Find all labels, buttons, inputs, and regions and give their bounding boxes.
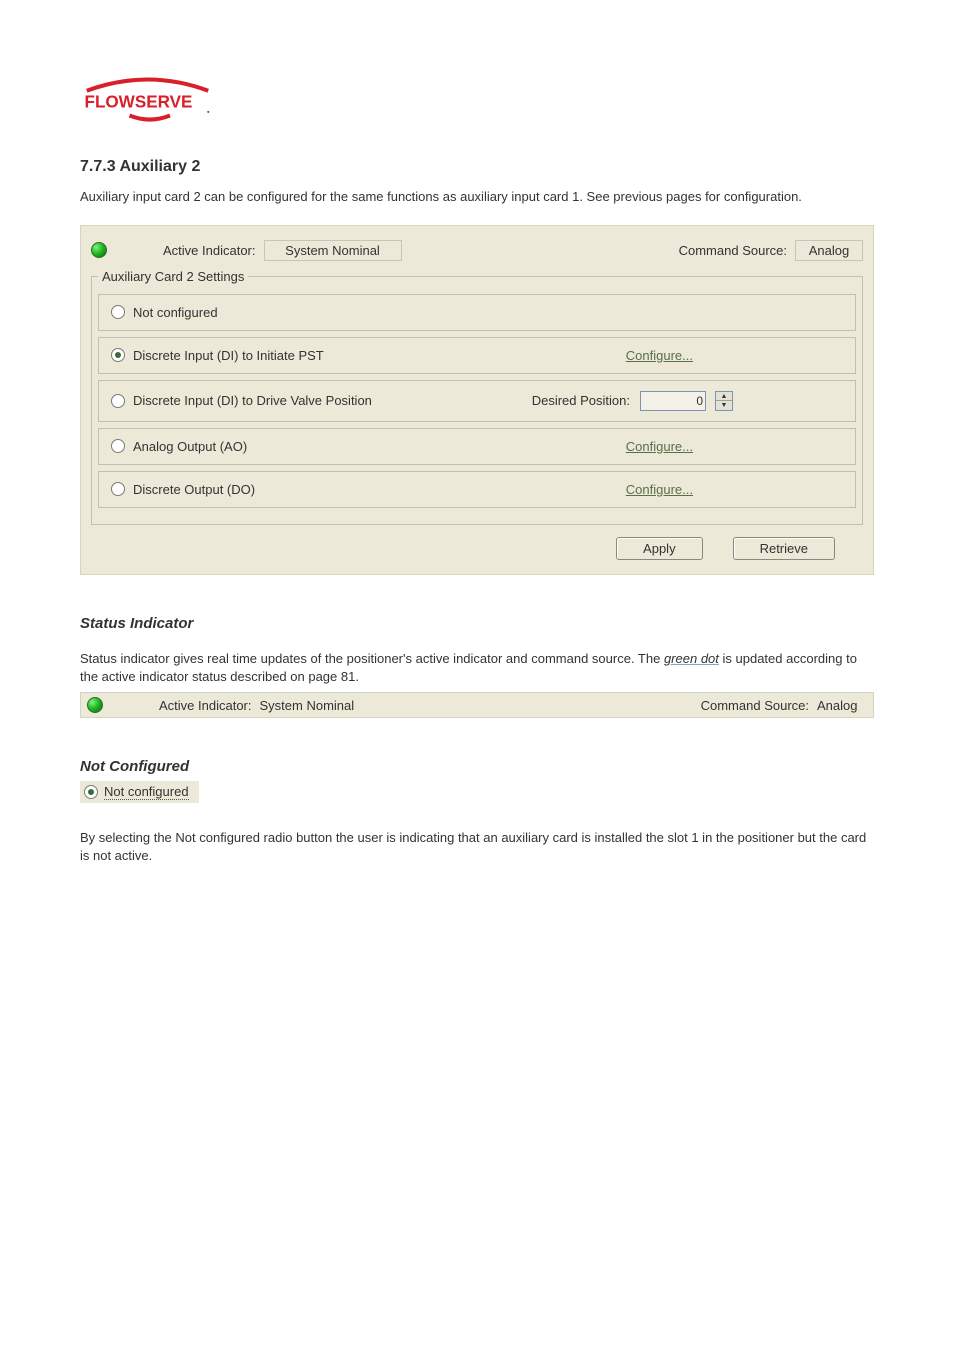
radio-not-configured-inline[interactable] [84,785,98,799]
configure-link[interactable]: Configure... [626,482,693,497]
radio-discrete-output[interactable] [111,482,125,496]
option-label: Discrete Input (DI) to Initiate PST [133,348,324,363]
not-configured-inline[interactable]: Not configured [80,781,199,803]
radio-analog-output[interactable] [111,439,125,453]
status-dot-icon [87,697,103,713]
section-title: 7.7.3 Auxiliary 2 [80,158,874,176]
not-configured-heading: Not Configured [80,758,874,775]
aux2-panel: Active Indicator: System Nominal Command… [80,225,874,575]
option-di-drive-valve[interactable]: Discrete Input (DI) to Drive Valve Posit… [98,380,856,422]
flowserve-logo: FLOWSERVE [80,70,874,128]
desired-position-label: Desired Position: [532,393,630,408]
green-dot-label: green dot [664,651,719,666]
aux-card-2-legend: Auxiliary Card 2 Settings [98,269,248,284]
option-discrete-output[interactable]: Discrete Output (DO) Configure... [98,471,856,508]
option-label: Discrete Output (DO) [133,482,255,497]
option-not-configured[interactable]: Not configured [98,294,856,331]
option-label: Discrete Input (DI) to Drive Valve Posit… [133,393,372,408]
command-source-value: Analog [817,698,867,713]
option-analog-output[interactable]: Analog Output (AO) Configure... [98,428,856,465]
active-indicator-label: Active Indicator: [159,698,252,713]
not-configured-inline-label: Not configured [104,784,189,800]
configure-link[interactable]: Configure... [626,348,693,363]
svg-text:FLOWSERVE: FLOWSERVE [85,92,193,111]
option-label: Analog Output (AO) [133,439,247,454]
apply-button[interactable]: Apply [616,537,703,560]
radio-not-configured[interactable] [111,305,125,319]
panel-status-bar: Active Indicator: System Nominal Command… [91,236,863,269]
status-dot-icon [91,242,107,258]
configure-link[interactable]: Configure... [626,439,693,454]
status-indicator-text: Status indicator gives real time updates… [80,650,874,686]
intro-text: Auxiliary input card 2 can be configured… [80,188,874,207]
command-source-label: Command Source: [679,243,787,258]
radio-di-drive-valve[interactable] [111,394,125,408]
desired-position-input[interactable]: 0 [640,391,706,411]
aux-card-2-settings-group: Auxiliary Card 2 Settings Not configured… [91,269,863,525]
option-di-initiate-pst[interactable]: Discrete Input (DI) to Initiate PST Conf… [98,337,856,374]
command-source-label: Command Source: [701,698,809,713]
option-label: Not configured [133,305,218,320]
radio-di-initiate-pst[interactable] [111,348,125,362]
command-source-value: Analog [795,240,863,261]
active-indicator-value: System Nominal [264,240,402,261]
desired-position-spinner[interactable]: ▲ ▼ [715,391,733,411]
active-indicator-value: System Nominal [260,698,355,713]
retrieve-button[interactable]: Retrieve [733,537,835,560]
active-indicator-label: Active Indicator: [163,243,256,258]
status-indicator-heading: Status Indicator [80,615,874,632]
spinner-up-icon[interactable]: ▲ [716,392,732,402]
status-strip: Active Indicator: System Nominal Command… [80,692,874,718]
desired-position-group: Desired Position: 0 ▲ ▼ [532,391,733,411]
not-configured-body: By selecting the Not configured radio bu… [80,829,874,865]
spinner-down-icon[interactable]: ▼ [716,401,732,410]
